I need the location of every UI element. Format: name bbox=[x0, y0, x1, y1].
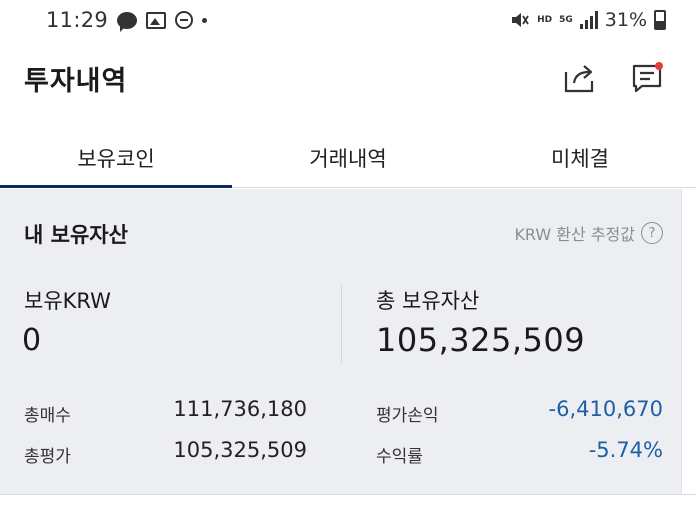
assets-summary: 내 보유자산 KRW 환산 추정값 ? 보유KRW 0 총 보유자산 105,3… bbox=[0, 189, 682, 494]
mute-icon bbox=[512, 13, 529, 27]
assets-title: 내 보유자산 bbox=[24, 223, 128, 247]
page-title: 투자내역 bbox=[24, 65, 128, 97]
total-buy-label: 총매수 bbox=[24, 406, 71, 426]
chat-icon bbox=[117, 11, 138, 32]
total-assets-label: 총 보유자산 bbox=[376, 289, 480, 313]
status-left: 11:29 bbox=[46, 8, 208, 32]
tab-pending[interactable]: 미체결 bbox=[464, 128, 696, 187]
total-assets-value: 105,325,509 bbox=[376, 321, 586, 359]
krw-label: 보유KRW bbox=[24, 289, 111, 313]
vertical-divider bbox=[341, 285, 342, 363]
status-time: 11:29 bbox=[46, 8, 109, 32]
tab-history[interactable]: 거래내역 bbox=[232, 128, 464, 187]
estimate-label: KRW 환산 추정값 bbox=[514, 225, 635, 244]
battery-icon bbox=[654, 10, 666, 30]
header-actions bbox=[562, 60, 666, 96]
tab-holdings[interactable]: 보유코인 bbox=[0, 128, 232, 188]
hd-icon: HD bbox=[537, 14, 553, 25]
total-buy-value: 111,736,180 bbox=[173, 397, 307, 421]
dnd-icon bbox=[175, 11, 194, 29]
message-icon bbox=[632, 62, 663, 93]
return-rate-value: -5.74% bbox=[588, 438, 663, 462]
notification-dot bbox=[655, 62, 663, 70]
message-button[interactable] bbox=[630, 60, 666, 96]
5g-icon: 5G bbox=[559, 14, 573, 25]
return-rate-label: 수익률 bbox=[376, 447, 423, 467]
more-notifications-icon bbox=[202, 17, 208, 23]
tab-bar: 보유코인 거래내역 미체결 bbox=[0, 128, 696, 188]
krw-estimate-info[interactable]: KRW 환산 추정값 ? bbox=[514, 221, 663, 245]
status-right: HD 5G 31% bbox=[510, 9, 666, 31]
krw-value: 0 bbox=[22, 323, 42, 358]
total-eval-label: 총평가 bbox=[24, 447, 71, 467]
pnl-label: 평가손익 bbox=[376, 406, 439, 426]
gallery-icon bbox=[146, 11, 167, 29]
total-eval-value: 105,325,509 bbox=[173, 438, 307, 462]
signal-icon bbox=[579, 11, 598, 29]
share-button[interactable] bbox=[562, 60, 598, 96]
help-icon[interactable]: ? bbox=[641, 222, 663, 244]
share-icon bbox=[564, 65, 594, 93]
pnl-value: -6,410,670 bbox=[548, 397, 663, 421]
status-bar: 11:29 HD 5G 31% bbox=[0, 0, 696, 40]
app-header: 투자내역 bbox=[0, 48, 696, 108]
battery-percent: 31% bbox=[604, 9, 647, 31]
section-divider bbox=[0, 494, 696, 495]
